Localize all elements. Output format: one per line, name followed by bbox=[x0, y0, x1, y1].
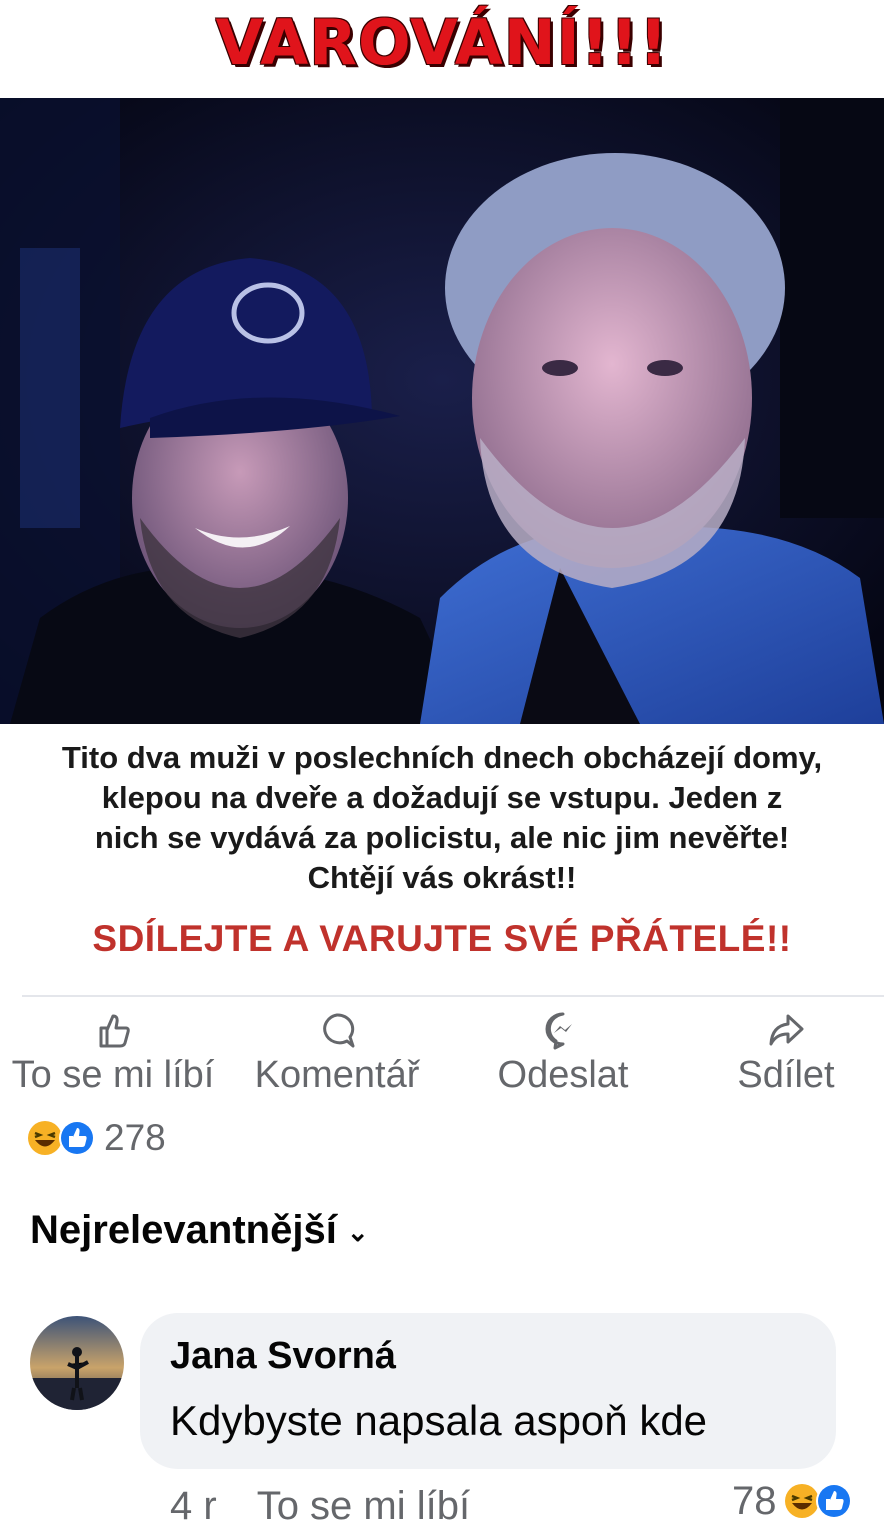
comment-sort-dropdown[interactable]: Nejrelevantnější ⌄ bbox=[30, 1208, 369, 1253]
chevron-down-icon: ⌄ bbox=[346, 1216, 369, 1247]
warning-title: VAROVÁNÍ!!! bbox=[215, 6, 669, 79]
avatar[interactable] bbox=[30, 1316, 124, 1410]
comment-author[interactable]: Jana Svorná bbox=[170, 1335, 396, 1378]
like-reaction-icon bbox=[59, 1120, 95, 1156]
comment-reactions[interactable]: 78 bbox=[732, 1478, 853, 1524]
messenger-icon bbox=[545, 1012, 572, 1050]
comment-age: 4 r bbox=[170, 1484, 217, 1528]
post-photo[interactable] bbox=[0, 98, 884, 724]
thumbs-up-icon bbox=[99, 1014, 130, 1048]
comment-text: Kdybyste napsala aspoň kde bbox=[170, 1397, 708, 1444]
caption-line: Tito dva muži v poslechních dnech obcház… bbox=[61, 740, 823, 775]
caption-text: Tito dva muži v poslechních dnech obcház… bbox=[0, 738, 884, 898]
share-label: Sdílet bbox=[737, 1054, 835, 1096]
warning-banner: VAROVÁNÍ!!! bbox=[0, 0, 884, 98]
caption-line: Chtějí vás okrást!! bbox=[307, 860, 577, 895]
like-button[interactable]: To se mi líbí bbox=[0, 1010, 226, 1100]
divider bbox=[22, 995, 884, 997]
send-label: Odeslat bbox=[497, 1054, 629, 1096]
share-arrow-icon bbox=[769, 1014, 804, 1046]
share-call-to-action: SDÍLEJTE A VARUJTE SVÉ PŘÁTELÉ!! bbox=[92, 918, 792, 959]
comment-bubble: Jana Svorná Kdybyste napsala aspoň kde bbox=[140, 1313, 836, 1469]
avatar-image bbox=[30, 1316, 124, 1410]
send-button[interactable]: Odeslat bbox=[488, 1010, 638, 1100]
post-caption: Tito dva muži v poslechních dnech obcház… bbox=[0, 724, 884, 996]
reaction-count: 278 bbox=[104, 1117, 166, 1158]
comment-reaction-count: 78 bbox=[732, 1478, 777, 1523]
photo-illustration bbox=[0, 98, 884, 724]
like-label: To se mi líbí bbox=[11, 1054, 215, 1096]
comment-meta: 4 r To se mi líbí bbox=[170, 1484, 470, 1529]
reaction-summary[interactable]: 278 bbox=[26, 1116, 166, 1160]
post-actions-bar: To se mi líbí Komentář Odeslat Sdílet bbox=[0, 1010, 884, 1100]
caption-line: klepou na dveře a dožadují se vstupu. Je… bbox=[101, 780, 783, 815]
comment-icon bbox=[323, 1013, 355, 1048]
share-button[interactable]: Sdílet bbox=[728, 1010, 844, 1100]
comment-like-button[interactable]: To se mi líbí bbox=[257, 1484, 470, 1528]
comment-sort-label: Nejrelevantnější bbox=[30, 1208, 337, 1252]
like-reaction-icon bbox=[815, 1483, 852, 1519]
caption-line: nich se vydává za policistu, ale nic jim… bbox=[94, 820, 790, 855]
comment-button[interactable]: Komentář bbox=[244, 1010, 430, 1100]
comment-label: Komentář bbox=[254, 1054, 420, 1096]
